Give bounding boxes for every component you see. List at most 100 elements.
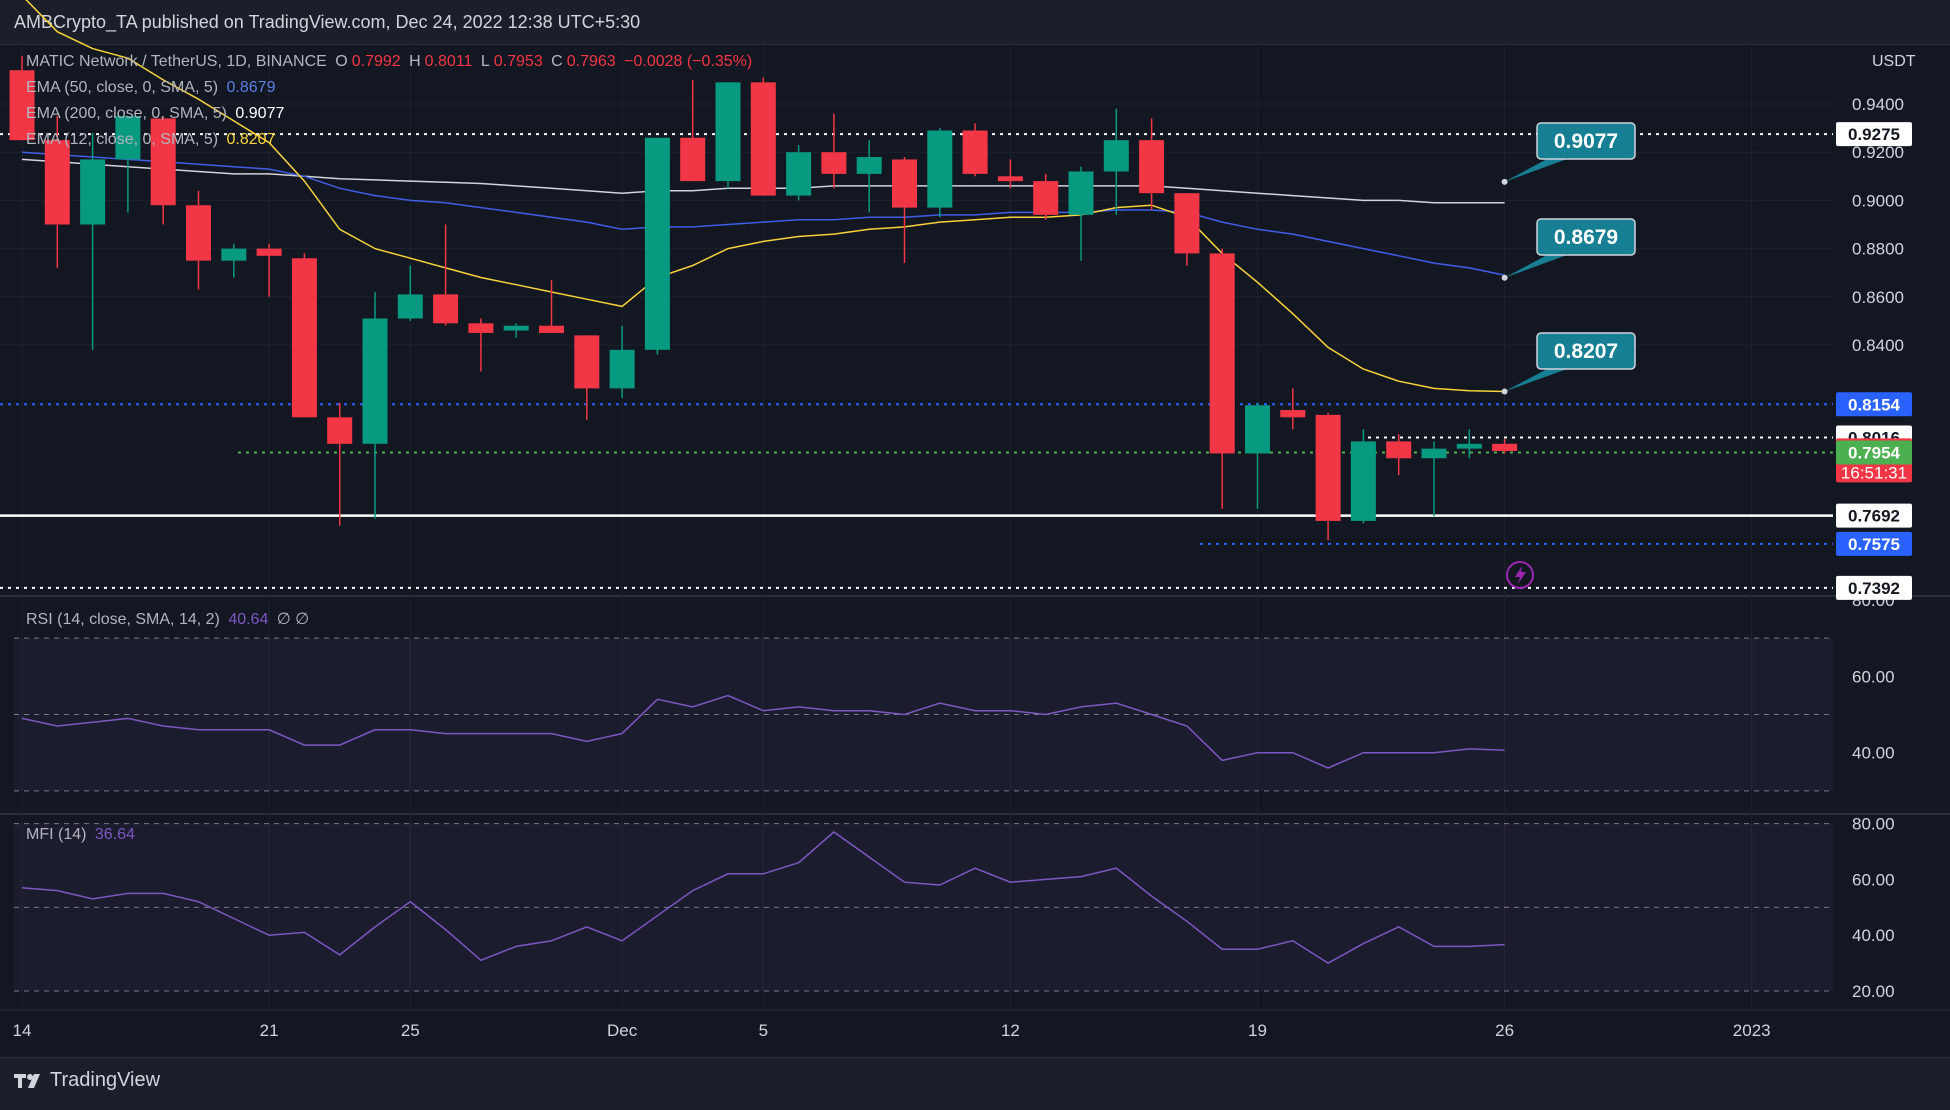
legend-ema12[interactable]: EMA (12, close, 0, SMA, 5) 0.8207 [26, 131, 279, 149]
candle-body [503, 325, 529, 331]
candle [715, 82, 741, 189]
price-tick-label: 0.8400 [1852, 336, 1904, 355]
mfi-tick-label: 20.00 [1852, 982, 1895, 1001]
legend-ema50-label: EMA (50, close, 0, SMA, 5) [26, 79, 219, 96]
candle [962, 123, 988, 177]
legend-ema50[interactable]: EMA (50, close, 0, SMA, 5) 0.8679 [26, 79, 279, 97]
candle-body [1350, 441, 1376, 521]
time-tick-label: 12 [1001, 1021, 1020, 1040]
candle [1492, 438, 1518, 454]
candle-body [397, 294, 423, 319]
candle-body [1068, 171, 1094, 215]
legend-low-value: 0.7953 [493, 53, 543, 70]
candle [256, 243, 282, 297]
candle [821, 113, 847, 189]
candle [1033, 173, 1059, 220]
candle [1421, 441, 1447, 517]
candle-body [1386, 441, 1412, 459]
callout-anchor [1501, 274, 1508, 281]
legend-close-label: C [551, 53, 563, 70]
mfi [14, 823, 1833, 992]
candle-body [291, 258, 317, 418]
candle-body [1033, 181, 1059, 215]
candle [80, 132, 106, 350]
legend-ema50-value: 0.8679 [226, 79, 276, 96]
rsi-tick-label: 60.00 [1852, 667, 1895, 686]
candle [1245, 402, 1270, 509]
time-tick-label: 5 [759, 1021, 768, 1040]
time-tick-label: 25 [401, 1021, 420, 1040]
candle-body [644, 137, 670, 350]
legend-rsi[interactable]: RSI (14, close, SMA, 14, 2) 40.64 ∅ ∅ [26, 609, 313, 629]
candle-body [327, 417, 353, 444]
candle [856, 140, 882, 213]
legend-high-label: H [409, 53, 421, 70]
candle [291, 253, 317, 418]
callout-layer: 0.9077 0.8679 0.8207 [1501, 122, 1636, 589]
price-tag-text: 0.8154 [1848, 395, 1901, 414]
legend-ema12-label: EMA (12, close, 0, SMA, 5) [26, 131, 219, 148]
price-tag: 0.7392 [1836, 575, 1912, 600]
candle [186, 190, 211, 290]
callout-pointer [1504, 159, 1567, 182]
candle [1209, 248, 1235, 509]
callout-anchor [1501, 178, 1508, 185]
callout-anchor [1501, 388, 1508, 395]
time-axis: 14 21 25 Dec 5 12 19 26 2023 [13, 1021, 1771, 1040]
legend-rsi-extra: ∅ ∅ [276, 611, 310, 628]
legend-symbol: MATIC Network / TetherUS, 1D, BINANCE [26, 53, 327, 70]
legend-ema200-value: 0.9077 [235, 105, 285, 122]
legend-ema200-label: EMA (200, close, 0, SMA, 5) [26, 105, 227, 122]
candle [1315, 412, 1341, 541]
candle [1350, 429, 1376, 524]
price-tag-text: 0.7692 [1848, 507, 1900, 526]
candle-body [221, 248, 247, 261]
legend-change: −0.0028 (−0.35%) [624, 53, 753, 70]
callout-value: 0.8679 [1554, 226, 1618, 249]
legend-mfi[interactable]: MFI (14) 36.64 [26, 826, 139, 844]
legend-ema12-value: 0.8207 [226, 131, 276, 148]
legend-close-value: 0.7963 [566, 53, 616, 70]
bottom-bar [0, 1057, 1950, 1110]
candle-body [962, 130, 988, 174]
chart-area[interactable]: 0.90770.86790.8207 USDT0.94000.92000.900… [0, 0, 1950, 1109]
ema-callout: 0.8207 [1501, 332, 1636, 395]
callout-value: 0.8207 [1554, 340, 1618, 363]
axis-unit-label: USDT [1872, 53, 1916, 70]
tradingview-logo[interactable]: TradingView [14, 1069, 160, 1092]
candle [362, 291, 388, 519]
candle [1068, 166, 1094, 261]
time-tick-label: 14 [13, 1021, 32, 1040]
legend-open-value: 0.7992 [351, 53, 401, 70]
candle-body [1280, 410, 1306, 418]
price-tick-label: 0.8800 [1852, 240, 1904, 259]
candle-body [1174, 193, 1200, 254]
price-tag: 0.8154 [1836, 392, 1912, 417]
candle [327, 402, 353, 526]
candle [1456, 429, 1482, 459]
legend-low-label: L [480, 53, 490, 70]
candle-body [362, 318, 388, 444]
candle [397, 265, 423, 321]
candle-body [1139, 140, 1165, 194]
candle-body [715, 82, 741, 182]
candle-body [433, 294, 459, 324]
time-tick-label: 19 [1248, 1021, 1267, 1040]
legend-open-label: O [335, 53, 348, 70]
legend-ema200[interactable]: EMA (200, close, 0, SMA, 5) 0.9077 [26, 105, 288, 123]
alert-icon [1506, 561, 1534, 589]
candle-body [680, 137, 706, 182]
candle-body [80, 159, 106, 225]
candle [221, 243, 247, 278]
rsi [14, 637, 1833, 792]
candle-body [1103, 140, 1129, 172]
candle [997, 159, 1023, 189]
ema-callout: 0.8679 [1501, 218, 1636, 281]
price-tick-label: 0.9400 [1852, 95, 1904, 114]
rsi-tick-label: 40.00 [1852, 744, 1895, 763]
tradingview-logo-text: TradingView [50, 1069, 161, 1091]
candle-body [927, 130, 953, 208]
candle-body [786, 152, 812, 196]
price-tag: 0.7692 [1836, 503, 1912, 528]
candle-body [1421, 448, 1447, 459]
